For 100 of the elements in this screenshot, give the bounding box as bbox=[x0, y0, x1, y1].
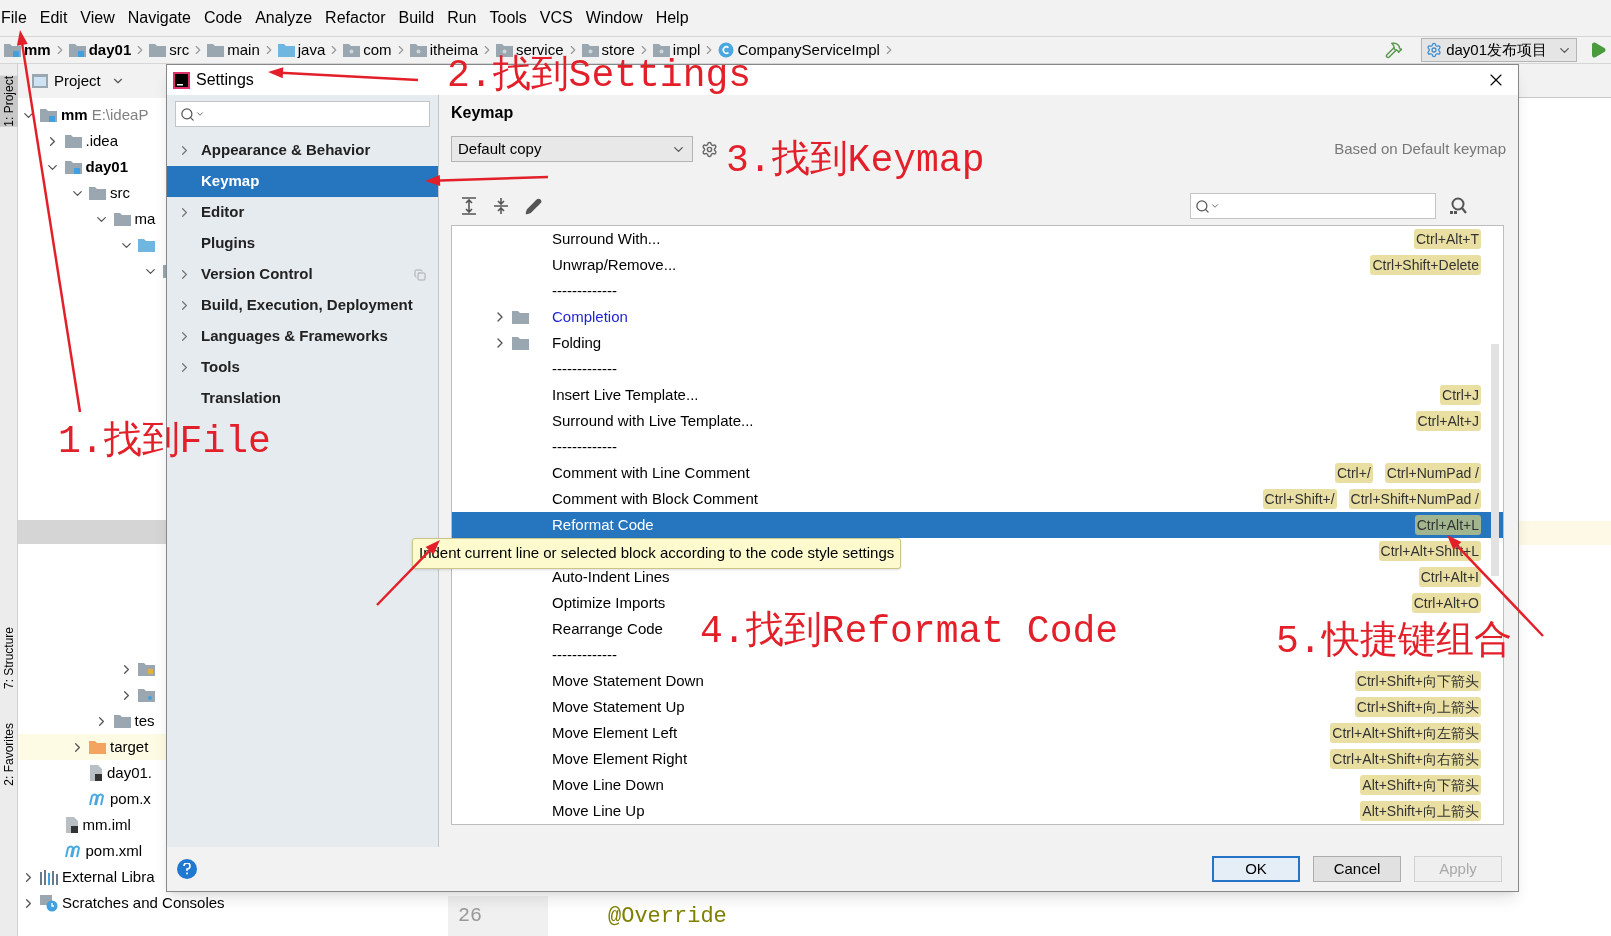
action-name[interactable]: Surround with Live Template... bbox=[552, 409, 754, 433]
shortcut-badge: Ctrl+NumPad / bbox=[1384, 463, 1481, 483]
menu-item[interactable]: Analyze bbox=[255, 6, 313, 30]
menu-item[interactable]: Code bbox=[203, 6, 243, 30]
settings-nav-item[interactable]: Build, Execution, Deployment bbox=[167, 290, 438, 321]
tool-window-button[interactable]: 7: Structure bbox=[0, 626, 18, 689]
folder-icon bbox=[277, 43, 295, 57]
menu-item[interactable]: Navigate bbox=[127, 6, 191, 30]
expand-all-icon[interactable] bbox=[461, 197, 477, 215]
tree-item[interactable]: target bbox=[110, 735, 149, 759]
menu-item[interactable]: View bbox=[80, 6, 115, 30]
tree-item[interactable]: tes bbox=[134, 709, 155, 733]
menu-item[interactable]: Edit bbox=[39, 6, 68, 30]
tree-item[interactable]: .idea bbox=[85, 129, 119, 153]
folder-icon bbox=[409, 43, 427, 57]
breadcrumb[interactable]: main bbox=[227, 38, 260, 62]
menu-item[interactable]: Build bbox=[398, 6, 435, 30]
shortcut-badge: Ctrl+Shift+向上箭头 bbox=[1354, 697, 1481, 717]
folder-icon bbox=[64, 160, 82, 174]
action-name[interactable]: Insert Live Template... bbox=[552, 383, 699, 407]
action-name[interactable]: Move Statement Up bbox=[552, 695, 685, 719]
hammer-icon[interactable] bbox=[1385, 41, 1404, 59]
gear-icon bbox=[1426, 42, 1443, 58]
menu-item[interactable]: VCS bbox=[539, 6, 573, 30]
breadcrumb[interactable]: java bbox=[297, 38, 326, 62]
folder-icon bbox=[64, 134, 82, 148]
selected-action-row[interactable]: Reformat Code Ctrl+Alt+L bbox=[452, 512, 1503, 538]
keymap-select[interactable]: Default copy bbox=[451, 136, 693, 162]
scrollbar-thumb[interactable] bbox=[1491, 344, 1499, 576]
action-name[interactable]: Reformat Code bbox=[552, 513, 654, 537]
action-name[interactable]: Move Element Right bbox=[552, 747, 688, 771]
search-field[interactable] bbox=[1190, 193, 1436, 219]
project-icon bbox=[32, 74, 48, 88]
library-icon bbox=[40, 869, 58, 885]
folder-icon bbox=[89, 740, 106, 754]
tree-item[interactable]: pom.xml bbox=[85, 839, 143, 863]
folder-icon bbox=[89, 186, 106, 200]
settings-nav-item[interactable]: Translation bbox=[167, 383, 438, 414]
action-name[interactable]: Surround With... bbox=[552, 227, 661, 251]
shortcut-badge: Ctrl+Shift+Delete bbox=[1370, 255, 1481, 275]
separator-text: ------------- bbox=[552, 436, 617, 457]
action-name[interactable]: Move Element Left bbox=[552, 721, 678, 745]
tool-window-button[interactable]: 1: Project bbox=[0, 76, 18, 127]
action-group[interactable]: Folding bbox=[552, 331, 602, 355]
find-by-shortcut-icon[interactable] bbox=[1448, 196, 1468, 216]
menu-item[interactable]: File bbox=[1, 6, 27, 30]
tree-item[interactable]: pom.x bbox=[110, 787, 151, 811]
action-name[interactable]: Move Line Down bbox=[552, 773, 664, 797]
breadcrumb[interactable]: com bbox=[363, 38, 392, 62]
collapse-all-icon[interactable] bbox=[493, 197, 509, 215]
action-name[interactable]: Rearrange Code bbox=[552, 617, 663, 641]
action-name[interactable]: Comment with Block Comment bbox=[552, 487, 758, 511]
tree-item[interactable]: mm bbox=[61, 103, 88, 127]
settings-nav-item[interactable]: Appearance & Behavior bbox=[167, 135, 438, 166]
menu-item[interactable]: Help bbox=[655, 6, 689, 30]
action-name[interactable]: Move Line Up bbox=[552, 799, 645, 823]
settings-nav-item[interactable]: Tools bbox=[167, 352, 438, 383]
gear-icon[interactable] bbox=[701, 140, 718, 158]
tree-item[interactable]: ma bbox=[134, 207, 156, 231]
shortcut-badge: Ctrl+Alt+Shift+向右箭头 bbox=[1330, 749, 1481, 769]
dialog-button[interactable]: Cancel bbox=[1313, 856, 1401, 882]
search-field[interactable] bbox=[175, 101, 430, 127]
tree-item[interactable]: mm.iml bbox=[82, 813, 131, 837]
tree-item[interactable]: day01. bbox=[107, 761, 153, 785]
caret-icon bbox=[1210, 201, 1220, 211]
tree-item[interactable]: Scratches and Consoles bbox=[62, 891, 225, 915]
menu-item[interactable]: Tools bbox=[489, 6, 527, 30]
action-name[interactable]: Optimize Imports bbox=[552, 591, 666, 615]
settings-nav-item[interactable]: Plugins bbox=[167, 228, 438, 259]
settings-nav-item[interactable]: Keymap bbox=[167, 166, 438, 197]
folder-icon bbox=[138, 238, 155, 252]
tree-item[interactable]: src bbox=[110, 181, 130, 205]
tree-item[interactable]: day01 bbox=[85, 155, 129, 179]
folder-icon bbox=[512, 336, 529, 350]
help-button[interactable] bbox=[177, 859, 197, 879]
scratches-icon bbox=[40, 894, 58, 912]
menu-item[interactable]: Refactor bbox=[325, 6, 386, 30]
menu-item[interactable]: Window bbox=[585, 6, 643, 30]
action-name[interactable]: Unwrap/Remove... bbox=[552, 253, 677, 277]
menu-item[interactable]: Run bbox=[447, 6, 477, 30]
edit-icon[interactable] bbox=[525, 197, 542, 215]
file-icon bbox=[64, 817, 79, 833]
breadcrumb[interactable]: CompanyServiceImpl bbox=[737, 38, 880, 62]
settings-nav-item[interactable]: Editor bbox=[167, 197, 438, 228]
settings-nav-item[interactable]: Languages & Frameworks bbox=[167, 321, 438, 352]
breadcrumb[interactable]: day01 bbox=[88, 38, 132, 62]
action-name[interactable]: Move Statement Down bbox=[552, 669, 704, 693]
page-title: Keymap bbox=[451, 103, 515, 123]
action-name[interactable]: Comment with Line Comment bbox=[552, 461, 750, 485]
run-icon[interactable] bbox=[1589, 41, 1607, 59]
settings-nav-item[interactable]: Version Control bbox=[167, 259, 438, 290]
shortcut-badge: Alt+Shift+向上箭头 bbox=[1360, 801, 1481, 821]
breadcrumb[interactable]: mm bbox=[24, 38, 51, 62]
action-group[interactable]: Completion bbox=[552, 305, 628, 329]
tree-item[interactable]: External Libra bbox=[62, 865, 155, 889]
run-configuration-select[interactable]: day01发布项目 bbox=[1421, 38, 1577, 62]
tool-window-button[interactable]: 2: Favorites bbox=[0, 722, 18, 786]
breadcrumb[interactable]: src bbox=[169, 38, 190, 62]
panel-title[interactable]: Project bbox=[54, 69, 101, 93]
dialog-button[interactable]: OK bbox=[1212, 856, 1300, 882]
